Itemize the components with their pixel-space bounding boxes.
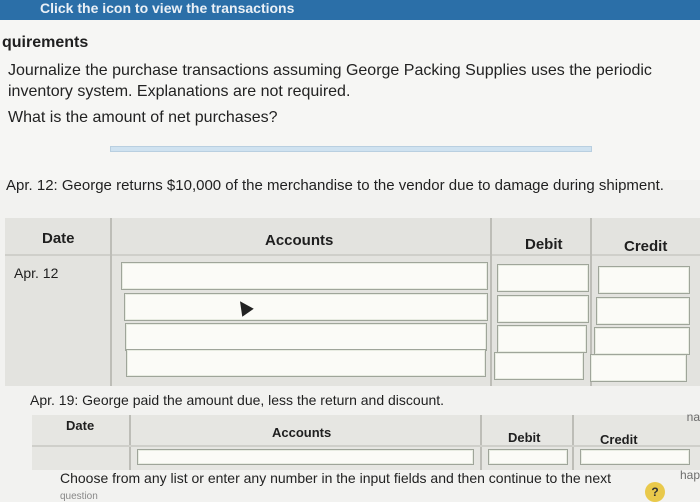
question-prompt-apr12: Apr. 12: George returns $10,000 of the m… <box>6 177 664 194</box>
debit-input-row1[interactable] <box>497 264 589 292</box>
header-date: Date <box>42 230 75 247</box>
header-accounts: Accounts <box>272 425 332 440</box>
credit-input-row1[interactable] <box>598 266 690 294</box>
account-input-row1[interactable] <box>137 449 474 465</box>
debit-input-row4[interactable] <box>494 352 584 380</box>
header-debit: Debit <box>508 430 541 445</box>
top-bar: Click the icon to view the transactions <box>0 0 700 20</box>
edge-text-2: hap <box>679 468 700 482</box>
requirements-title: quirements <box>2 34 89 51</box>
scroll-divider[interactable] <box>110 146 592 152</box>
column-divider <box>490 218 492 386</box>
date-apr12: Apr. 12 <box>14 265 59 281</box>
account-input-row3[interactable] <box>125 323 487 351</box>
header-date: Date <box>66 418 95 433</box>
debit-input-row1[interactable] <box>488 449 568 465</box>
column-divider <box>572 415 574 470</box>
credit-input-row1[interactable] <box>580 449 690 465</box>
help-icon[interactable]: ? <box>645 482 665 502</box>
column-divider <box>110 218 112 386</box>
account-input-row4[interactable] <box>126 349 486 377</box>
column-divider <box>480 415 482 470</box>
header-debit: Debit <box>525 236 563 253</box>
debit-input-row2[interactable] <box>497 295 589 323</box>
edge-text-1: na <box>686 410 700 424</box>
question-prompt-apr19: Apr. 19: George paid the amount due, les… <box>30 392 445 408</box>
account-input-row1[interactable] <box>121 262 488 290</box>
credit-input-row4[interactable] <box>590 354 687 382</box>
top-bar-text: Click the icon to view the transactions <box>40 0 295 16</box>
header-credit: Credit <box>600 432 638 447</box>
header-credit: Credit <box>624 238 668 255</box>
column-divider <box>129 415 131 470</box>
account-input-row2[interactable] <box>124 293 488 321</box>
header-accounts: Accounts <box>265 232 334 249</box>
requirement-1: Journalize the purchase transactions ass… <box>8 62 652 100</box>
debit-input-row3[interactable] <box>497 325 587 353</box>
requirement-2: What is the amount of net purchases? <box>8 109 278 126</box>
footer-instruction-continued: question <box>60 491 98 502</box>
credit-input-row2[interactable] <box>596 297 690 325</box>
footer-instruction: Choose from any list or enter any number… <box>60 470 611 486</box>
credit-input-row3[interactable] <box>594 327 690 355</box>
